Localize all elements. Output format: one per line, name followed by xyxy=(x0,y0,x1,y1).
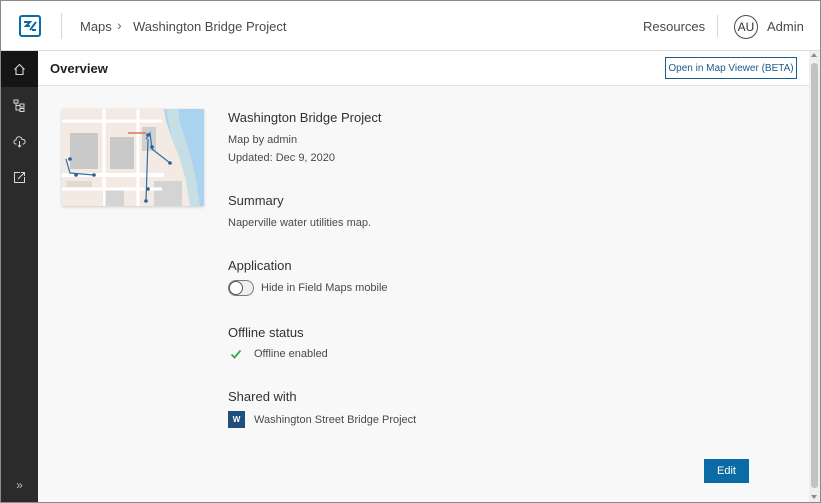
rail-item-overview[interactable] xyxy=(1,51,38,87)
open-in-map-viewer-button[interactable]: Open in Map Viewer (BETA) xyxy=(665,57,797,79)
main-content: Overview Open in Map Viewer (BETA) Washi… xyxy=(38,51,809,502)
breadcrumb-maps-link[interactable]: Maps xyxy=(80,19,112,34)
home-icon xyxy=(14,63,25,75)
vertical-scrollbar[interactable] xyxy=(809,51,820,502)
checkmark-icon xyxy=(230,349,242,359)
group-badge: W xyxy=(228,411,245,428)
offline-status-text: Offline enabled xyxy=(254,348,328,360)
map-thumbnail-image xyxy=(62,109,204,206)
hide-in-field-maps-label: Hide in Field Maps mobile xyxy=(261,282,388,294)
offline-status-heading: Offline status xyxy=(228,325,304,340)
share-export-icon xyxy=(14,171,25,183)
edit-button[interactable]: Edit xyxy=(704,459,749,483)
layers-tree-icon xyxy=(13,99,25,112)
rail-item-offline[interactable] xyxy=(1,123,38,159)
map-owner: Map by admin xyxy=(228,134,298,146)
overview-bar: Overview Open in Map Viewer (BETA) xyxy=(38,51,809,86)
shared-group-name[interactable]: Washington Street Bridge Project xyxy=(254,414,416,426)
map-title: Washington Bridge Project xyxy=(228,110,382,125)
scrollbar-thumb[interactable] xyxy=(811,63,818,488)
avatar[interactable]: AU xyxy=(734,15,758,39)
application-heading: Application xyxy=(228,258,292,273)
toggle-knob xyxy=(229,281,243,295)
username[interactable]: Admin xyxy=(767,19,804,34)
hide-in-field-maps-toggle[interactable] xyxy=(228,280,254,296)
scroll-up-icon[interactable] xyxy=(811,53,817,57)
summary-heading: Summary xyxy=(228,193,284,208)
expand-rail-icon[interactable]: » xyxy=(1,474,38,496)
map-thumbnail xyxy=(62,109,204,206)
rail-item-layers[interactable] xyxy=(1,87,38,123)
header-divider xyxy=(717,15,718,37)
breadcrumb-separator-icon: › xyxy=(117,17,122,33)
cloud-download-icon xyxy=(13,135,26,148)
scroll-down-icon[interactable] xyxy=(811,495,817,499)
map-updated-date: Updated: Dec 9, 2020 xyxy=(228,152,336,164)
field-maps-logo-icon[interactable] xyxy=(19,15,41,37)
shared-with-heading: Shared with xyxy=(228,389,297,404)
rail-item-share[interactable] xyxy=(1,159,38,195)
header-divider xyxy=(61,13,62,39)
breadcrumb-current: Washington Bridge Project xyxy=(133,19,287,34)
page-title: Overview xyxy=(50,61,108,76)
resources-link[interactable]: Resources xyxy=(643,19,705,34)
app-header: Maps › Washington Bridge Project Resourc… xyxy=(1,1,820,51)
left-nav-rail: » xyxy=(1,51,38,502)
summary-text: Naperville water utilities map. xyxy=(228,217,372,229)
